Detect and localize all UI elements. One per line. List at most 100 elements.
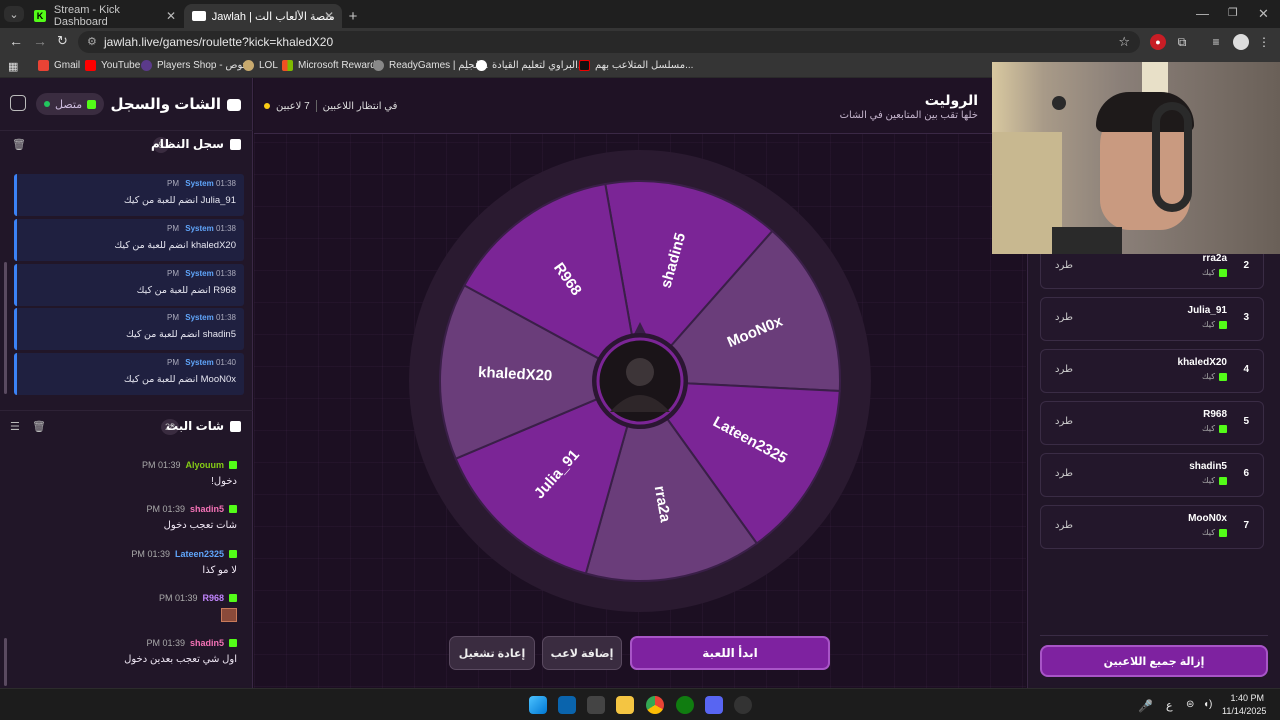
new-tab-button[interactable]: + [342, 4, 364, 28]
player-name: MooN0x [1188, 513, 1227, 524]
remove-all-players-button[interactable]: إزالة جميع اللاعبين [1040, 645, 1268, 677]
roulette-wheel[interactable]: shadin5MooN0xLateen2325rra2aJulia_91khal… [409, 150, 871, 612]
chat-log-panel: متصل الشات والسجل 🗑 9 سجل النظام 01:38 P… [0, 78, 253, 688]
player-platform: كيك [1202, 268, 1227, 277]
file-explorer-icon[interactable] [616, 696, 634, 714]
chat-icon [227, 99, 241, 112]
waiting-label: في انتظار اللاعبين [322, 100, 398, 112]
xbox-icon[interactable] [676, 696, 694, 714]
bookmark-players-shop[interactable]: Players Shop - توص... [141, 60, 254, 71]
player-number: 5 [1243, 416, 1249, 427]
microphone-icon[interactable]: 🎤 [1138, 699, 1153, 713]
chat-message: Alyouum 01:39 PM دخول! [17, 460, 237, 487]
message-time: 01:39 PM [158, 593, 198, 603]
kick-icon [1219, 476, 1227, 485]
chat-username[interactable]: Alyouum [185, 460, 224, 470]
url-input[interactable]: ⚙ jawlah.live/games/roulette?kick=khaled… [78, 31, 1140, 53]
bookmark-youtube[interactable]: YouTube [85, 60, 140, 71]
chat-scrollbar[interactable] [4, 638, 7, 686]
start-game-button[interactable]: ابدأ اللعبة [630, 636, 830, 670]
system-message: 01:38 PM System khaledX20 انضم للعبة من … [14, 219, 244, 261]
chat-panel-title: الشات والسجل [111, 95, 241, 113]
emote-image [221, 608, 237, 622]
trash-icon[interactable]: 🗑 [12, 138, 26, 151]
stream-chat-title-text: شات البث [166, 419, 224, 433]
roulette-header: الروليت خلها تقب بين المتابعين في الشات … [254, 78, 1026, 134]
kick-icon [1219, 424, 1227, 433]
menu-dots-icon[interactable]: ⋮ [1256, 34, 1272, 50]
kick-player-button[interactable]: طرد [1055, 260, 1073, 271]
star-icon[interactable]: ☆ [1118, 34, 1130, 50]
chat-username[interactable]: shadin5 [190, 504, 224, 514]
window-close-icon[interactable]: ✕ [1258, 6, 1269, 22]
kick-player-button[interactable]: طرد [1055, 520, 1073, 531]
message-sender: System [185, 269, 214, 278]
tab-list-button[interactable]: ⌄ [4, 6, 24, 22]
system-message: 01:40 PM System MooN0x انضم للعبة من كيك [14, 353, 244, 395]
discord-icon[interactable] [705, 696, 723, 714]
chat-username[interactable]: R968 [202, 593, 224, 603]
bookmark-label: البراوي لتعليم القيادة... [492, 60, 586, 71]
reset-button[interactable]: إعادة تشغيل [449, 636, 535, 670]
connection-label: متصل [55, 98, 83, 111]
clock-date[interactable]: 11/14/2025 [1222, 706, 1266, 716]
back-icon[interactable]: ← [9, 33, 23, 49]
apps-grid-icon[interactable]: ▦ [8, 60, 18, 73]
player-platform: كيك [1202, 372, 1227, 381]
forward-icon[interactable]: → [33, 33, 47, 49]
collapse-panel-icon[interactable] [10, 95, 26, 111]
kick-player-button[interactable]: طرد [1055, 364, 1073, 375]
game-subtitle: خلها تقب بين المتابعين في الشات [839, 110, 978, 121]
chat-username[interactable]: shadin5 [190, 638, 224, 648]
bookmark-series[interactable]: مسلسل المتلاعب بهم... [579, 60, 693, 71]
browser-tab-bar: ⌄ K Stream - Kick Dashboard ✕ Jawlah | ج… [0, 0, 1280, 28]
close-icon[interactable]: ✕ [166, 9, 176, 23]
obs-icon[interactable] [734, 696, 752, 714]
message-time: 01:39 PM [146, 638, 185, 648]
bookmark-readygames[interactable]: ReadyGames | مُجلِم... [373, 60, 488, 71]
maximize-icon[interactable]: ❐ [1228, 6, 1238, 19]
extension-icon[interactable]: ● [1150, 34, 1166, 50]
bookmark-gmail[interactable]: Gmail [38, 60, 80, 71]
add-player-button[interactable]: إضافة لاعب [542, 636, 622, 670]
kick-player-button[interactable]: طرد [1055, 468, 1073, 479]
player-row: 6 shadin5 كيك طرد [1040, 453, 1264, 497]
trash-icon[interactable]: 🗑 [32, 420, 46, 433]
chrome-icon[interactable] [646, 696, 664, 714]
bookmark-ms-rewards[interactable]: Microsoft Rewards [282, 60, 381, 71]
language-indicator[interactable]: ع [1166, 699, 1173, 712]
kick-icon [229, 461, 237, 469]
player-number: 7 [1243, 520, 1249, 531]
volume-icon[interactable]: ◖) [1203, 699, 1212, 710]
network-icon[interactable]: ⊜ [1186, 699, 1194, 710]
windows-start-icon[interactable] [529, 696, 547, 714]
player-name: shadin5 [1189, 461, 1227, 472]
store-icon[interactable] [587, 696, 605, 714]
webcam-overlay [992, 62, 1280, 254]
player-platform: كيك [1202, 476, 1227, 485]
bookmark-lol[interactable]: LOL [243, 60, 278, 71]
reload-icon[interactable]: ↻ [57, 33, 68, 49]
minimize-icon[interactable]: — [1196, 6, 1209, 21]
profile-avatar[interactable] [1233, 34, 1249, 50]
tab-kick-dashboard[interactable]: K Stream - Kick Dashboard ✕ [26, 4, 184, 28]
clock-time[interactable]: 1:40 PM [1230, 693, 1264, 703]
outlook-icon[interactable] [558, 696, 576, 714]
bookmark-label: YouTube [101, 60, 141, 71]
tab-jawlah[interactable]: Jawlah | جولة - منصة الألعاب الت... ✕ [184, 4, 342, 28]
bookmark-driving[interactable]: البراوي لتعليم القيادة... [476, 60, 586, 71]
close-icon[interactable]: ✕ [324, 9, 334, 23]
divider [315, 100, 317, 112]
players-shop-icon [141, 60, 152, 71]
site-info-icon[interactable]: ⚙ [87, 35, 97, 48]
chat-username[interactable]: Lateen2325 [175, 549, 224, 559]
player-row: 7 MooN0x كيك طرد [1040, 505, 1264, 549]
system-log-scrollbar[interactable] [4, 262, 7, 394]
kick-player-button[interactable]: طرد [1055, 312, 1073, 323]
extensions-puzzle-icon[interactable]: ⧉ [1174, 34, 1190, 50]
webcam-mic [1052, 227, 1122, 254]
chat-message: R968 01:39 PM [17, 593, 237, 622]
filter-icon[interactable]: ☰ [10, 420, 20, 433]
kick-player-button[interactable]: طرد [1055, 416, 1073, 427]
media-control-icon[interactable]: ≡ [1208, 34, 1224, 50]
